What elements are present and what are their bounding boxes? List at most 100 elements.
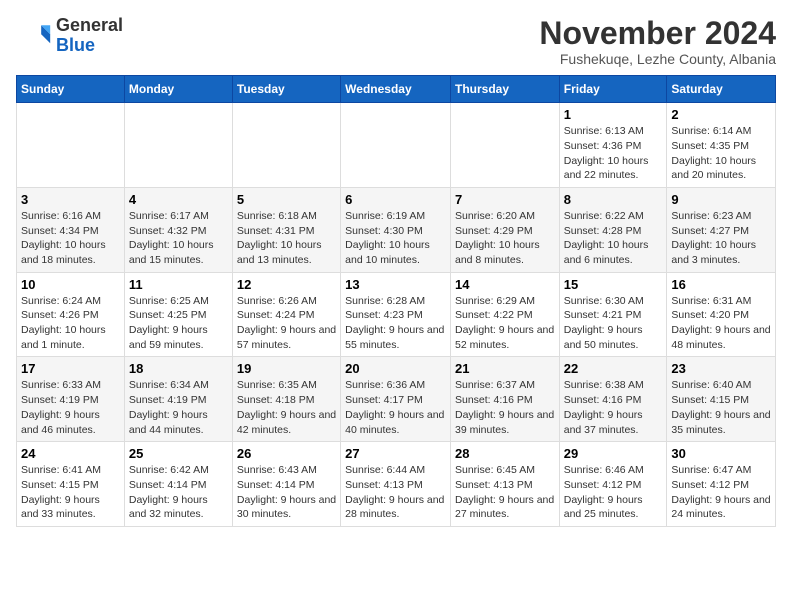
day-info: Sunrise: 6:24 AM Sunset: 4:26 PM Dayligh… <box>21 294 120 353</box>
day-info: Sunrise: 6:13 AM Sunset: 4:36 PM Dayligh… <box>564 124 663 183</box>
calendar-cell: 26 Sunrise: 6:43 AM Sunset: 4:14 PM Dayli… <box>232 442 340 527</box>
day-number: 24 <box>21 446 120 461</box>
day-number: 6 <box>345 192 446 207</box>
day-info: Sunrise: 6:45 AM Sunset: 4:13 PM Dayligh… <box>455 463 555 522</box>
day-info: Sunrise: 6:36 AM Sunset: 4:17 PM Dayligh… <box>345 378 446 437</box>
day-info: Sunrise: 6:37 AM Sunset: 4:16 PM Dayligh… <box>455 378 555 437</box>
day-info: Sunrise: 6:46 AM Sunset: 4:12 PM Dayligh… <box>564 463 663 522</box>
day-info: Sunrise: 6:14 AM Sunset: 4:35 PM Dayligh… <box>671 124 771 183</box>
col-sunday: Sunday <box>17 76 125 103</box>
day-number: 4 <box>129 192 228 207</box>
day-number: 20 <box>345 361 446 376</box>
day-number: 5 <box>237 192 336 207</box>
day-number: 21 <box>455 361 555 376</box>
calendar-cell: 30 Sunrise: 6:47 AM Sunset: 4:12 PM Dayli… <box>667 442 776 527</box>
calendar-cell: 2Sunrise: 6:14 AM Sunset: 4:35 PM Daylig… <box>667 103 776 188</box>
col-monday: Monday <box>124 76 232 103</box>
calendar-cell: 11 Sunrise: 6:25 AM Sunset: 4:25 PM Dayli… <box>124 272 232 357</box>
day-info: Sunrise: 6:28 AM Sunset: 4:23 PM Dayligh… <box>345 294 446 353</box>
calendar-cell: 15Sunrise: 6:30 AM Sunset: 4:21 PM Dayli… <box>559 272 667 357</box>
day-info: Sunrise: 6:35 AM Sunset: 4:18 PM Dayligh… <box>237 378 336 437</box>
logo-icon <box>16 18 52 54</box>
logo-blue: Blue <box>56 36 123 56</box>
day-number: 3 <box>21 192 120 207</box>
day-info: Sunrise: 6:41 AM Sunset: 4:15 PM Dayligh… <box>21 463 120 522</box>
day-info: Sunrise: 6:42 AM Sunset: 4:14 PM Dayligh… <box>129 463 228 522</box>
calendar-cell: 27 Sunrise: 6:44 AM Sunset: 4:13 PM Dayli… <box>341 442 451 527</box>
calendar-cell: 5 Sunrise: 6:18 AM Sunset: 4:31 PM Daylig… <box>232 187 340 272</box>
day-info: Sunrise: 6:44 AM Sunset: 4:13 PM Dayligh… <box>345 463 446 522</box>
day-info: Sunrise: 6:43 AM Sunset: 4:14 PM Dayligh… <box>237 463 336 522</box>
day-number: 12 <box>237 277 336 292</box>
logo: General Blue <box>16 16 123 56</box>
page-header: General Blue November 2024 Fushekuqe, Le… <box>16 16 776 67</box>
day-info: Sunrise: 6:40 AM Sunset: 4:15 PM Dayligh… <box>671 378 771 437</box>
logo-general: General <box>56 16 123 36</box>
calendar-cell: 10Sunrise: 6:24 AM Sunset: 4:26 PM Dayli… <box>17 272 125 357</box>
calendar-week-4: 17Sunrise: 6:33 AM Sunset: 4:19 PM Dayli… <box>17 357 776 442</box>
calendar-cell: 19Sunrise: 6:35 AM Sunset: 4:18 PM Dayli… <box>232 357 340 442</box>
calendar-cell <box>450 103 559 188</box>
day-info: Sunrise: 6:29 AM Sunset: 4:22 PM Dayligh… <box>455 294 555 353</box>
day-number: 28 <box>455 446 555 461</box>
title-section: November 2024 Fushekuqe, Lezhe County, A… <box>539 16 776 67</box>
day-number: 8 <box>564 192 663 207</box>
calendar-cell: 22 Sunrise: 6:38 AM Sunset: 4:16 PM Dayli… <box>559 357 667 442</box>
calendar-cell: 23 Sunrise: 6:40 AM Sunset: 4:15 PM Dayli… <box>667 357 776 442</box>
day-number: 26 <box>237 446 336 461</box>
calendar-cell: 13 Sunrise: 6:28 AM Sunset: 4:23 PM Dayli… <box>341 272 451 357</box>
day-info: Sunrise: 6:23 AM Sunset: 4:27 PM Dayligh… <box>671 209 771 268</box>
calendar-cell: 18Sunrise: 6:34 AM Sunset: 4:19 PM Dayli… <box>124 357 232 442</box>
day-number: 14 <box>455 277 555 292</box>
calendar-cell <box>124 103 232 188</box>
calendar-body: 1 Sunrise: 6:13 AM Sunset: 4:36 PM Daylig… <box>17 103 776 527</box>
calendar-cell: 25 Sunrise: 6:42 AM Sunset: 4:14 PM Dayli… <box>124 442 232 527</box>
day-number: 29 <box>564 446 663 461</box>
calendar-cell <box>17 103 125 188</box>
day-number: 7 <box>455 192 555 207</box>
day-number: 13 <box>345 277 446 292</box>
day-number: 30 <box>671 446 771 461</box>
day-number: 17 <box>21 361 120 376</box>
day-info: Sunrise: 6:38 AM Sunset: 4:16 PM Dayligh… <box>564 378 663 437</box>
month-title: November 2024 <box>539 16 776 51</box>
logo-text: General Blue <box>56 16 123 56</box>
day-info: Sunrise: 6:47 AM Sunset: 4:12 PM Dayligh… <box>671 463 771 522</box>
calendar-cell: 8Sunrise: 6:22 AM Sunset: 4:28 PM Daylig… <box>559 187 667 272</box>
col-saturday: Saturday <box>667 76 776 103</box>
day-info: Sunrise: 6:20 AM Sunset: 4:29 PM Dayligh… <box>455 209 555 268</box>
location-subtitle: Fushekuqe, Lezhe County, Albania <box>539 51 776 67</box>
calendar-cell: 21 Sunrise: 6:37 AM Sunset: 4:16 PM Dayli… <box>450 357 559 442</box>
day-info: Sunrise: 6:34 AM Sunset: 4:19 PM Dayligh… <box>129 378 228 437</box>
calendar-cell: 3 Sunrise: 6:16 AM Sunset: 4:34 PM Daylig… <box>17 187 125 272</box>
day-number: 23 <box>671 361 771 376</box>
day-number: 9 <box>671 192 771 207</box>
day-info: Sunrise: 6:25 AM Sunset: 4:25 PM Dayligh… <box>129 294 228 353</box>
day-info: Sunrise: 6:19 AM Sunset: 4:30 PM Dayligh… <box>345 209 446 268</box>
day-number: 11 <box>129 277 228 292</box>
day-number: 22 <box>564 361 663 376</box>
calendar-cell: 1 Sunrise: 6:13 AM Sunset: 4:36 PM Daylig… <box>559 103 667 188</box>
calendar-cell: 17Sunrise: 6:33 AM Sunset: 4:19 PM Dayli… <box>17 357 125 442</box>
day-info: Sunrise: 6:31 AM Sunset: 4:20 PM Dayligh… <box>671 294 771 353</box>
day-info: Sunrise: 6:16 AM Sunset: 4:34 PM Dayligh… <box>21 209 120 268</box>
calendar-cell: 7 Sunrise: 6:20 AM Sunset: 4:29 PM Daylig… <box>450 187 559 272</box>
calendar-week-5: 24 Sunrise: 6:41 AM Sunset: 4:15 PM Dayli… <box>17 442 776 527</box>
col-wednesday: Wednesday <box>341 76 451 103</box>
calendar-cell: 6 Sunrise: 6:19 AM Sunset: 4:30 PM Daylig… <box>341 187 451 272</box>
calendar-cell: 20 Sunrise: 6:36 AM Sunset: 4:17 PM Dayli… <box>341 357 451 442</box>
calendar-cell: 9 Sunrise: 6:23 AM Sunset: 4:27 PM Daylig… <box>667 187 776 272</box>
calendar-cell: 16 Sunrise: 6:31 AM Sunset: 4:20 PM Dayli… <box>667 272 776 357</box>
day-number: 25 <box>129 446 228 461</box>
day-number: 16 <box>671 277 771 292</box>
calendar-week-3: 10Sunrise: 6:24 AM Sunset: 4:26 PM Dayli… <box>17 272 776 357</box>
col-tuesday: Tuesday <box>232 76 340 103</box>
day-number: 1 <box>564 107 663 122</box>
calendar-cell <box>232 103 340 188</box>
calendar-week-2: 3 Sunrise: 6:16 AM Sunset: 4:34 PM Daylig… <box>17 187 776 272</box>
day-number: 15 <box>564 277 663 292</box>
calendar-cell: 4Sunrise: 6:17 AM Sunset: 4:32 PM Daylig… <box>124 187 232 272</box>
day-info: Sunrise: 6:18 AM Sunset: 4:31 PM Dayligh… <box>237 209 336 268</box>
col-thursday: Thursday <box>450 76 559 103</box>
day-number: 27 <box>345 446 446 461</box>
